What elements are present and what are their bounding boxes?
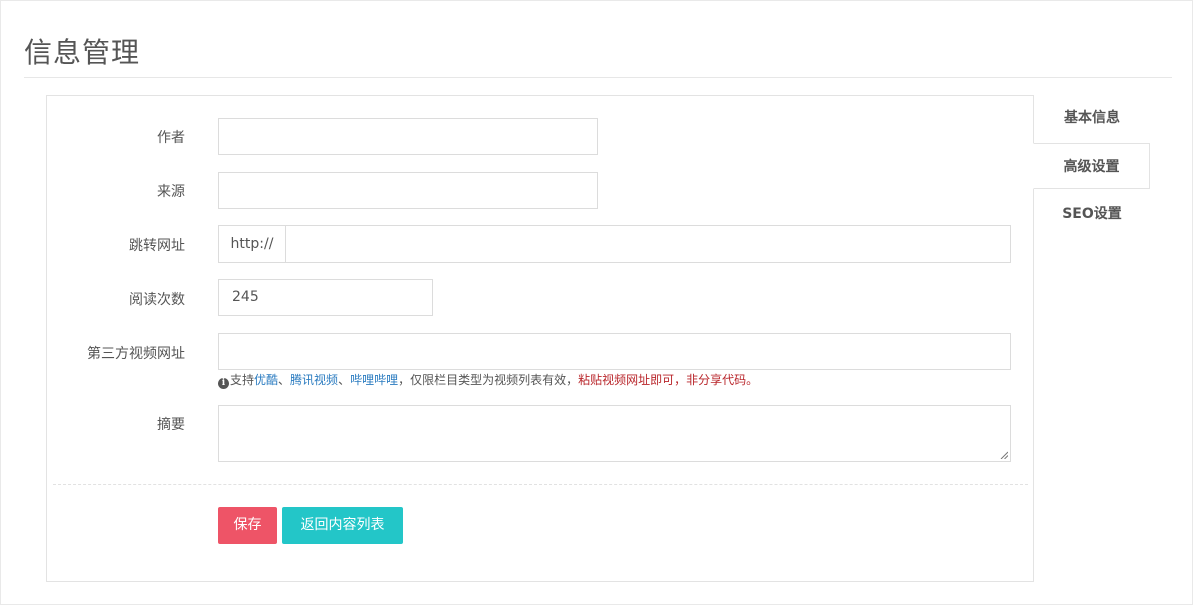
hint-site-youku: 优酷 [254, 373, 279, 387]
video-url-label: 第三方视频网址 [87, 346, 185, 362]
read-count-label: 阅读次数 [129, 292, 185, 308]
redirect-url-label: 跳转网址 [129, 238, 185, 254]
hint-separator: 、 [338, 373, 351, 387]
redirect-url-input[interactable] [285, 225, 1011, 263]
tab-basic-info[interactable]: 基本信息 [1034, 95, 1150, 141]
hint-site-tencent: 腾讯视频 [290, 373, 339, 387]
author-input[interactable] [218, 118, 598, 155]
video-url-hint: i 支持优酷、腾讯视频、哔哩哔哩，仅限栏目类型为视频列表有效，粘贴视频网址即可，非… [218, 371, 758, 389]
tab-advanced-settings[interactable]: 高级设置 [1033, 143, 1150, 189]
form-divider [53, 484, 1028, 485]
source-label: 来源 [157, 184, 185, 200]
save-button[interactable]: 保存 [218, 507, 277, 544]
author-label: 作者 [157, 130, 185, 146]
form-panel: 作者 来源 跳转网址 http:// 阅读次数 245 第三方视频网址 i 支持优… [46, 95, 1034, 582]
hint-prefix: 支持 [230, 373, 255, 387]
back-to-list-button[interactable]: 返回内容列表 [282, 507, 403, 544]
hint-separator: 、 [278, 373, 291, 387]
source-input[interactable] [218, 172, 598, 209]
read-count-input[interactable]: 245 [218, 279, 433, 316]
page: 信息管理 作者 来源 跳转网址 http:// 阅读次数 245 第三方视频网址… [0, 0, 1193, 605]
hint-middle: ，仅限栏目类型为视频列表有效， [398, 373, 579, 387]
url-prefix-addon: http:// [218, 225, 285, 263]
title-divider [24, 77, 1172, 78]
summary-label: 摘要 [157, 417, 185, 433]
hint-warning: 粘贴视频网址即可，非分享代码。 [578, 373, 759, 387]
resize-grip-icon[interactable] [1000, 451, 1008, 459]
summary-textarea[interactable] [218, 405, 1011, 462]
hint-site-bilibili: 哔哩哔哩 [350, 373, 399, 387]
page-title: 信息管理 [24, 36, 141, 69]
video-url-input[interactable] [218, 333, 1011, 370]
tab-seo-settings[interactable]: SEO设置 [1034, 191, 1150, 237]
info-circle-icon: i [218, 378, 229, 389]
